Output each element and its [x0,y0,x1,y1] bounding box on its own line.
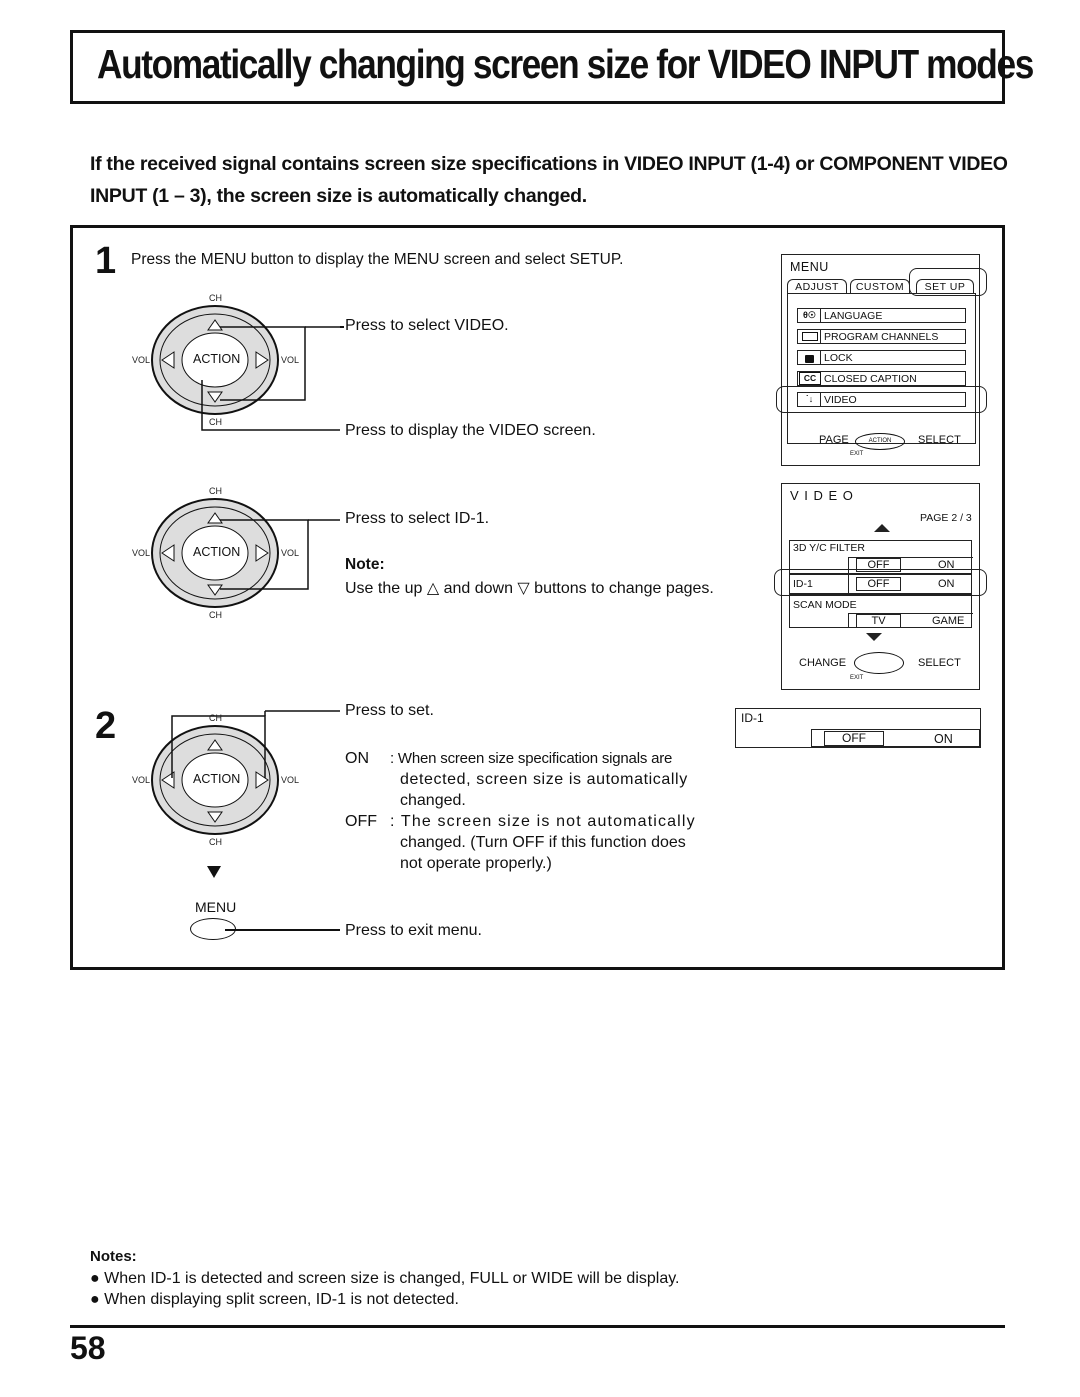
menu-item-program-channels[interactable]: PROGRAM CHANNELS [797,329,966,344]
on-text-3: changed. [400,792,466,809]
on-text-1: : When screen size specification signals… [390,750,673,767]
option-game[interactable]: GAME [932,615,964,627]
intro-paragraph: If the received signal contains screen s… [90,153,1008,207]
note-item: ● When ID-1 is detected and screen size … [90,1270,680,1287]
off-text-1: : The screen size is not automatically [390,813,696,830]
id1-bar-label: ID-1 [741,711,764,725]
menu-osd-title: MENU [790,260,829,274]
vol-left-label: VOL [132,775,151,785]
bullet-icon: ● [90,1270,100,1287]
lock-icon [799,351,821,364]
exit-icon: EXIT [850,675,864,681]
page-number: 58 [70,1330,106,1366]
menu-button-label: MENU [195,899,237,915]
callout-select-video: Press to select VIDEO. [345,317,509,334]
action-button[interactable]: ACTION [193,545,240,559]
menu-item-lock[interactable]: LOCK [797,350,966,365]
ch-up-label: CH [209,293,222,303]
vol-left-label: VOL [132,355,151,365]
action-button[interactable]: ACTION [193,352,240,366]
title-box: Automatically changing screen size for V… [70,30,1034,104]
closed-caption-icon: CC [799,372,821,385]
ch-down-label: CH [209,610,222,620]
notes-title: Notes: [90,1248,137,1265]
vol-right-label: VOL [281,355,300,365]
row-scan-mode[interactable]: SCAN MODE TV GAME [789,594,973,628]
dpad-icon [854,652,904,674]
menu-footer-page: PAGE [819,434,849,446]
tab-custom[interactable]: CUSTOM [850,279,910,294]
callout-display-video: Press to display the VIDEO screen. [345,422,596,439]
ch-up-label: CH [209,486,222,496]
video-osd-title: V I D E O [790,488,854,503]
video-selection-ring [776,386,987,413]
tab-adjust[interactable]: ADJUST [787,279,847,294]
menu-footer-select: SELECT [918,434,961,446]
id1-setting-bar: ID-1 OFF ON [735,708,981,748]
video-footer-select: SELECT [918,657,961,669]
language-icon: θ☉ [799,309,821,322]
vol-right-label: VOL [281,548,300,558]
off-text-2: changed. (Turn OFF if this function does [400,834,686,851]
remote-control-3: CH CH VOL VOL ACTION [120,710,340,850]
page-up-icon[interactable] [874,524,890,532]
exit-icon: EXIT [850,451,864,457]
menu-item-closed-caption[interactable]: CC CLOSED CAPTION [797,371,966,386]
step-1-instruction: Press the MENU button to display the MEN… [131,251,624,268]
option-tv-selected[interactable]: TV [856,614,901,628]
setup-selection-ring [909,268,987,296]
ch-down-label: CH [209,417,222,427]
on-label: ON [345,750,369,767]
callout-exit: Press to exit menu. [345,922,482,939]
callout-press-set: Press to set. [345,702,434,719]
note-item: ● When displaying split screen, ID-1 is … [90,1291,459,1308]
vol-right-label: VOL [281,775,300,785]
callout-select-id1: Press to select ID-1. [345,510,490,527]
video-footer-change: CHANGE [799,657,847,669]
step-1-number: 1 [95,240,117,282]
step-2-number: 2 [95,705,117,747]
id1-selection-ring [774,569,987,596]
note-text: Use the up △ and down ▽ buttons to chang… [345,580,714,597]
on-text-2: detected, screen size is automatically [400,771,688,788]
vol-left-label: VOL [132,548,151,558]
next-arrow-icon [207,866,221,878]
remote-control-2: CH CH VOL VOL ACTION [120,483,340,623]
off-label: OFF [345,813,377,830]
ch-up-label: CH [209,713,222,723]
id1-option-off-selected[interactable]: OFF [824,731,884,746]
note-title: Note: [345,556,385,573]
id1-option-on[interactable]: ON [934,732,953,746]
menu-item-language[interactable]: θ☉ LANGUAGE [797,308,966,323]
page-title: Automatically changing screen size for V… [97,41,1034,87]
video-osd-page: PAGE 2 / 3 [920,512,972,524]
off-text-3: not operate properly.) [400,855,552,872]
footer-rule [70,1325,1005,1328]
action-button[interactable]: ACTION [193,772,240,786]
remote-control-1: CH CH VOL VOL ACTION [120,290,340,431]
ch-down-label: CH [209,837,222,847]
bullet-icon: ● [90,1291,100,1308]
page-down-icon[interactable] [866,633,882,641]
program-channels-icon [799,330,821,343]
menu-footer-action-icon: ACTION [855,433,905,450]
